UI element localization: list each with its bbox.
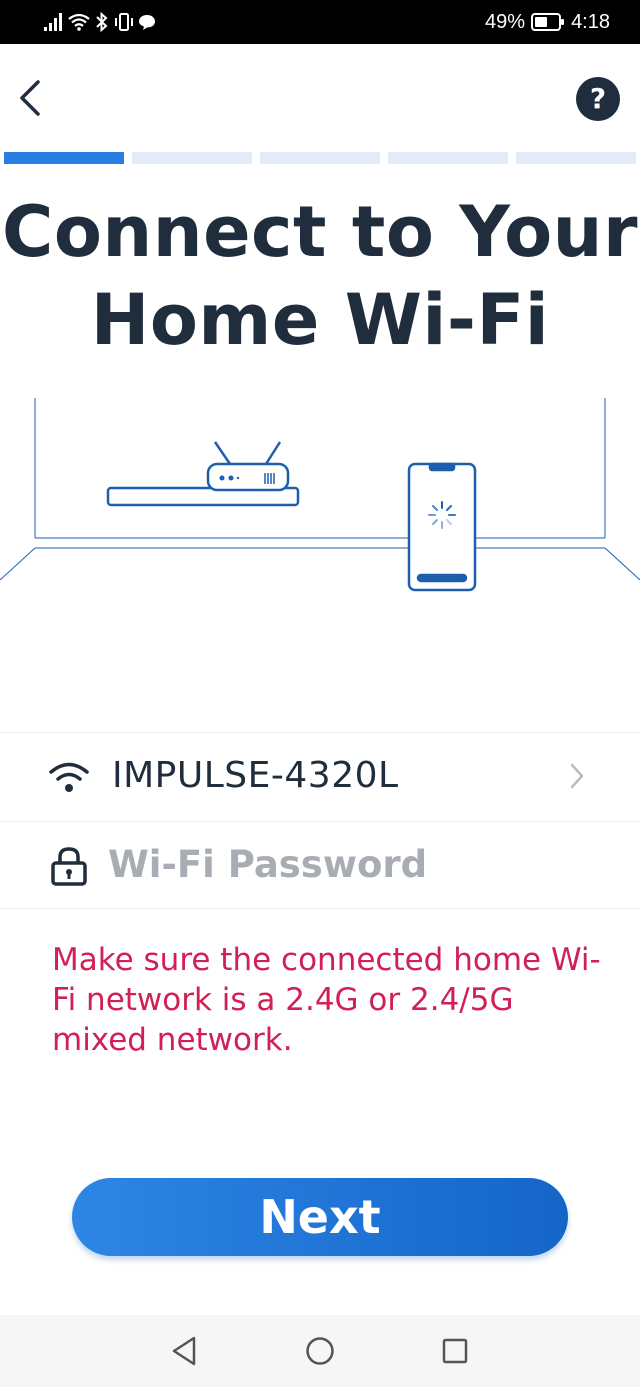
wifi-ssid: IMPULSE-4320L <box>112 755 399 796</box>
vibrate-icon <box>115 13 133 31</box>
back-triangle-icon[interactable] <box>170 1335 198 1367</box>
phone-icon <box>407 462 477 592</box>
status-icons-left <box>44 10 156 34</box>
status-icons-right: 49% 4:18 <box>485 8 610 36</box>
battery-icon <box>531 13 565 31</box>
progress-step-2 <box>132 152 252 164</box>
progress-step-5 <box>516 152 636 164</box>
step-progress <box>4 152 636 164</box>
home-circle-icon[interactable] <box>305 1335 335 1367</box>
wifi-password-row <box>0 822 640 909</box>
status-bar: 49% 4:18 <box>0 0 640 44</box>
chevron-right-icon <box>570 763 584 789</box>
wifi-icon <box>49 762 89 792</box>
next-button[interactable]: Next <box>72 1178 568 1256</box>
system-nav-bar <box>0 1315 640 1387</box>
lock-icon <box>51 847 87 886</box>
chat-bubble-icon <box>139 15 155 30</box>
page-title: Connect to Your Home Wi-Fi <box>1 191 639 361</box>
wifi-password-input[interactable] <box>108 836 608 892</box>
bluetooth-icon <box>96 12 108 32</box>
battery-percent: 49% <box>485 10 526 33</box>
recents-square-icon[interactable] <box>441 1335 469 1367</box>
wifi-icon <box>68 13 90 31</box>
progress-step-4 <box>388 152 508 164</box>
network-warning-text: Make sure the connected home Wi-Fi netwo… <box>52 942 601 1058</box>
help-button[interactable]: ? <box>576 77 620 121</box>
progress-step-1 <box>4 152 124 164</box>
status-time: 4:18 <box>571 10 610 33</box>
signal-icon <box>44 13 62 31</box>
router-phone-illustration <box>0 398 640 592</box>
back-button[interactable] <box>14 78 50 118</box>
chevron-left-icon <box>20 80 40 116</box>
wifi-network-selector[interactable]: IMPULSE-4320L <box>0 732 640 822</box>
router-icon <box>106 441 300 507</box>
progress-step-3 <box>260 152 380 164</box>
